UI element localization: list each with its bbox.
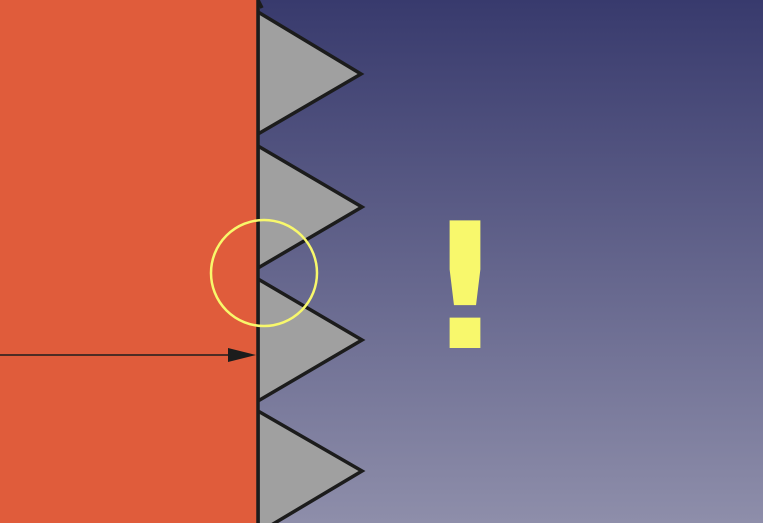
solid-body[interactable] (0, 0, 258, 523)
scene-canvas[interactable]: ! (0, 0, 763, 523)
3d-viewport[interactable]: ! (0, 0, 763, 523)
warning-marker: ! (425, 187, 505, 390)
